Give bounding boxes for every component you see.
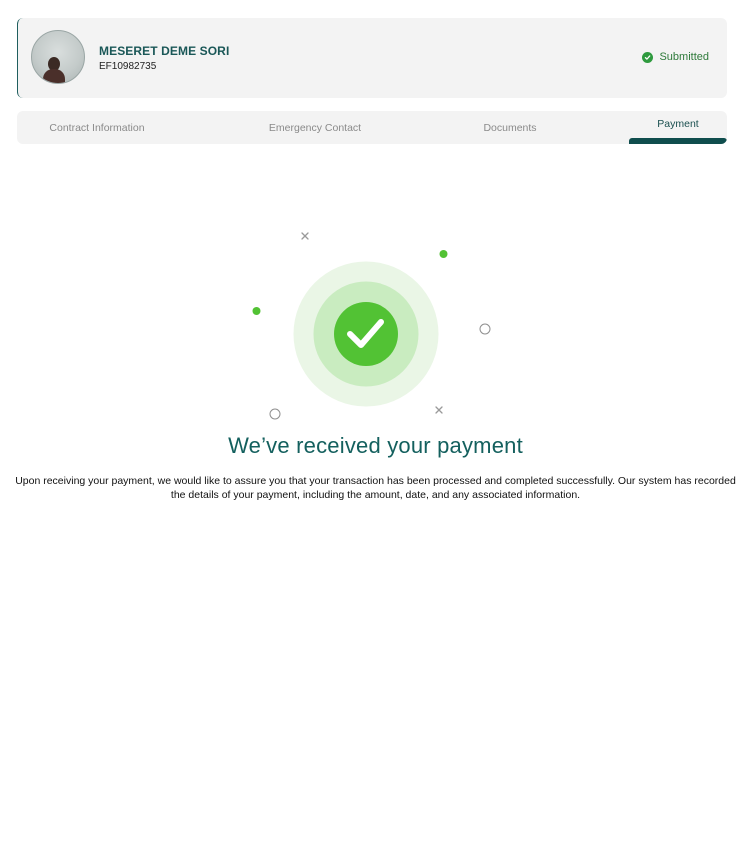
confirmation-message: Upon receiving your payment, we would li… bbox=[15, 475, 736, 501]
decor-cross bbox=[301, 232, 309, 240]
confirmation-headline: We’ve received your payment bbox=[228, 433, 523, 458]
decor-cross bbox=[435, 406, 443, 414]
success-circle bbox=[334, 302, 398, 366]
decor-ring bbox=[479, 323, 491, 335]
decor-dot-green bbox=[252, 307, 261, 315]
decor-ring bbox=[269, 408, 281, 420]
payment-success-illustration bbox=[252, 232, 491, 420]
decor-dot-green bbox=[439, 250, 448, 258]
